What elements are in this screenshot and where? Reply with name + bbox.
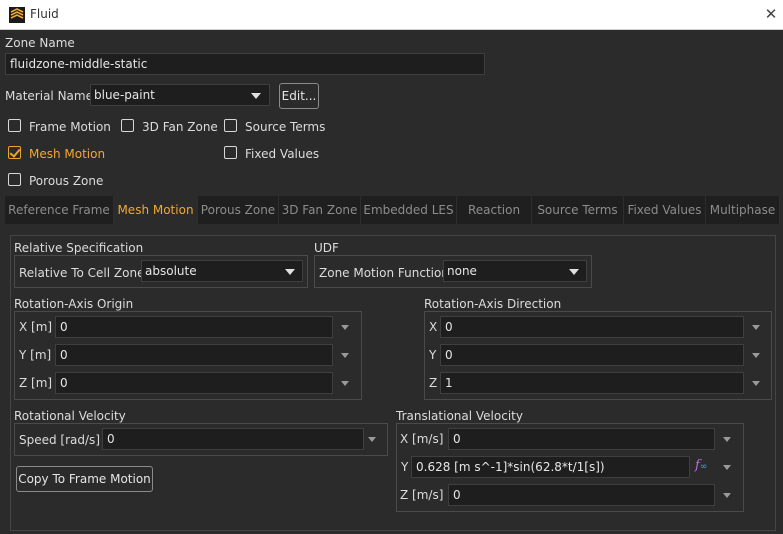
checkbox-label: Mesh Motion	[29, 147, 106, 161]
rotation-direction-title: Rotation-Axis Direction	[424, 297, 562, 311]
direction-z-input[interactable]: 1	[440, 372, 744, 394]
tab-porous-zone[interactable]: Porous Zone	[198, 196, 279, 224]
chevron-down-icon[interactable]	[368, 437, 376, 442]
tab-3d-fan-zone[interactable]: 3D Fan Zone	[279, 196, 361, 224]
chevron-down-icon	[251, 93, 261, 99]
speed-input[interactable]: 0	[102, 428, 364, 450]
translational-velocity-title: Translational Velocity	[396, 409, 523, 423]
zone-motion-function-value: none	[447, 264, 477, 278]
checkbox-box[interactable]	[8, 173, 21, 186]
chevron-down-icon[interactable]	[752, 325, 760, 330]
tab-embedded-les[interactable]: Embedded LES	[361, 196, 457, 224]
checkbox-box-checked[interactable]	[8, 146, 21, 159]
origin-x-label: X [m]	[19, 320, 53, 334]
checkbox-label: Source Terms	[245, 120, 326, 134]
checkbox-box[interactable]	[224, 146, 237, 159]
edit-material-button[interactable]: Edit...	[279, 83, 319, 109]
trans-z-label: Z [m/s]	[400, 488, 444, 502]
material-select[interactable]: blue-paint	[90, 84, 270, 106]
checkbox-label: Porous Zone	[29, 174, 104, 188]
checkbox-label: Frame Motion	[29, 120, 111, 134]
chevron-down-icon[interactable]	[723, 437, 731, 442]
direction-z-label: Z	[429, 376, 438, 390]
checkbox-label: Fixed Values	[245, 147, 320, 161]
trans-y-label: Y	[401, 460, 409, 474]
checkbox-box[interactable]	[121, 119, 134, 132]
zone-motion-function-label: Zone Motion Function	[319, 266, 449, 280]
chevron-down-icon[interactable]	[723, 493, 731, 498]
relative-cell-zone-label: Relative To Cell Zone	[19, 266, 145, 280]
tab-reaction[interactable]: Reaction	[457, 196, 532, 224]
function-expression-icon[interactable]: f∞	[695, 458, 707, 473]
tab-multiphase[interactable]: Multiphase	[706, 196, 780, 224]
trans-z-input[interactable]: 0	[448, 484, 715, 506]
direction-x-input[interactable]: 0	[440, 316, 744, 338]
copy-to-frame-motion-button[interactable]: Copy To Frame Motion	[16, 466, 153, 492]
chevron-down-icon[interactable]	[341, 353, 349, 358]
zone-name-label: Zone Name	[5, 36, 75, 50]
chevron-down-icon[interactable]	[341, 325, 349, 330]
relative-spec-title: Relative Specification	[14, 241, 144, 255]
trans-x-input[interactable]: 0	[448, 428, 715, 450]
fluent-app-icon	[9, 7, 25, 23]
chevron-down-icon	[569, 269, 579, 275]
direction-x-label: X	[429, 320, 438, 334]
relative-cell-zone-value: absolute	[145, 264, 197, 278]
chevron-down-icon[interactable]	[752, 353, 760, 358]
zone-motion-function-select[interactable]: none	[443, 260, 587, 282]
relative-cell-zone-select[interactable]: absolute	[141, 260, 303, 282]
tab-reference-frame[interactable]: Reference Frame	[5, 196, 114, 224]
checkbox-box[interactable]	[8, 119, 21, 132]
origin-y-label: Y [m]	[19, 348, 52, 362]
origin-x-input[interactable]: 0	[55, 316, 333, 338]
trans-y-input[interactable]: 0.628 [m s^-1]*sin(62.8*t/1[s])	[411, 456, 690, 478]
material-select-value: blue-paint	[94, 88, 155, 102]
chevron-down-icon[interactable]	[341, 381, 349, 386]
rotational-velocity-title: Rotational Velocity	[14, 409, 126, 423]
checkbox-box[interactable]	[224, 119, 237, 132]
chevron-down-icon	[285, 269, 295, 275]
origin-z-label: Z [m]	[19, 376, 53, 390]
title-bar: Fluid ✕	[0, 0, 783, 30]
trans-x-label: X [m/s]	[400, 432, 444, 446]
udf-title: UDF	[314, 241, 339, 255]
zone-name-input[interactable]: fluidzone-middle-static	[5, 53, 485, 75]
checkbox-label: 3D Fan Zone	[142, 120, 218, 134]
speed-label: Speed [rad/s]	[19, 433, 100, 447]
direction-y-label: Y	[429, 348, 437, 362]
close-icon[interactable]: ✕	[764, 5, 778, 23]
tab-source-terms[interactable]: Source Terms	[532, 196, 624, 224]
origin-y-input[interactable]: 0	[55, 344, 333, 366]
chevron-down-icon[interactable]	[752, 381, 760, 386]
chevron-down-icon[interactable]	[723, 465, 731, 470]
direction-y-input[interactable]: 0	[440, 344, 744, 366]
tab-mesh-motion[interactable]: Mesh Motion	[114, 196, 198, 224]
window-title: Fluid	[30, 7, 59, 21]
origin-z-input[interactable]: 0	[55, 372, 333, 394]
material-name-label: Material Name	[5, 89, 93, 103]
tab-fixed-values[interactable]: Fixed Values	[624, 196, 706, 224]
rotation-origin-title: Rotation-Axis Origin	[14, 297, 134, 311]
